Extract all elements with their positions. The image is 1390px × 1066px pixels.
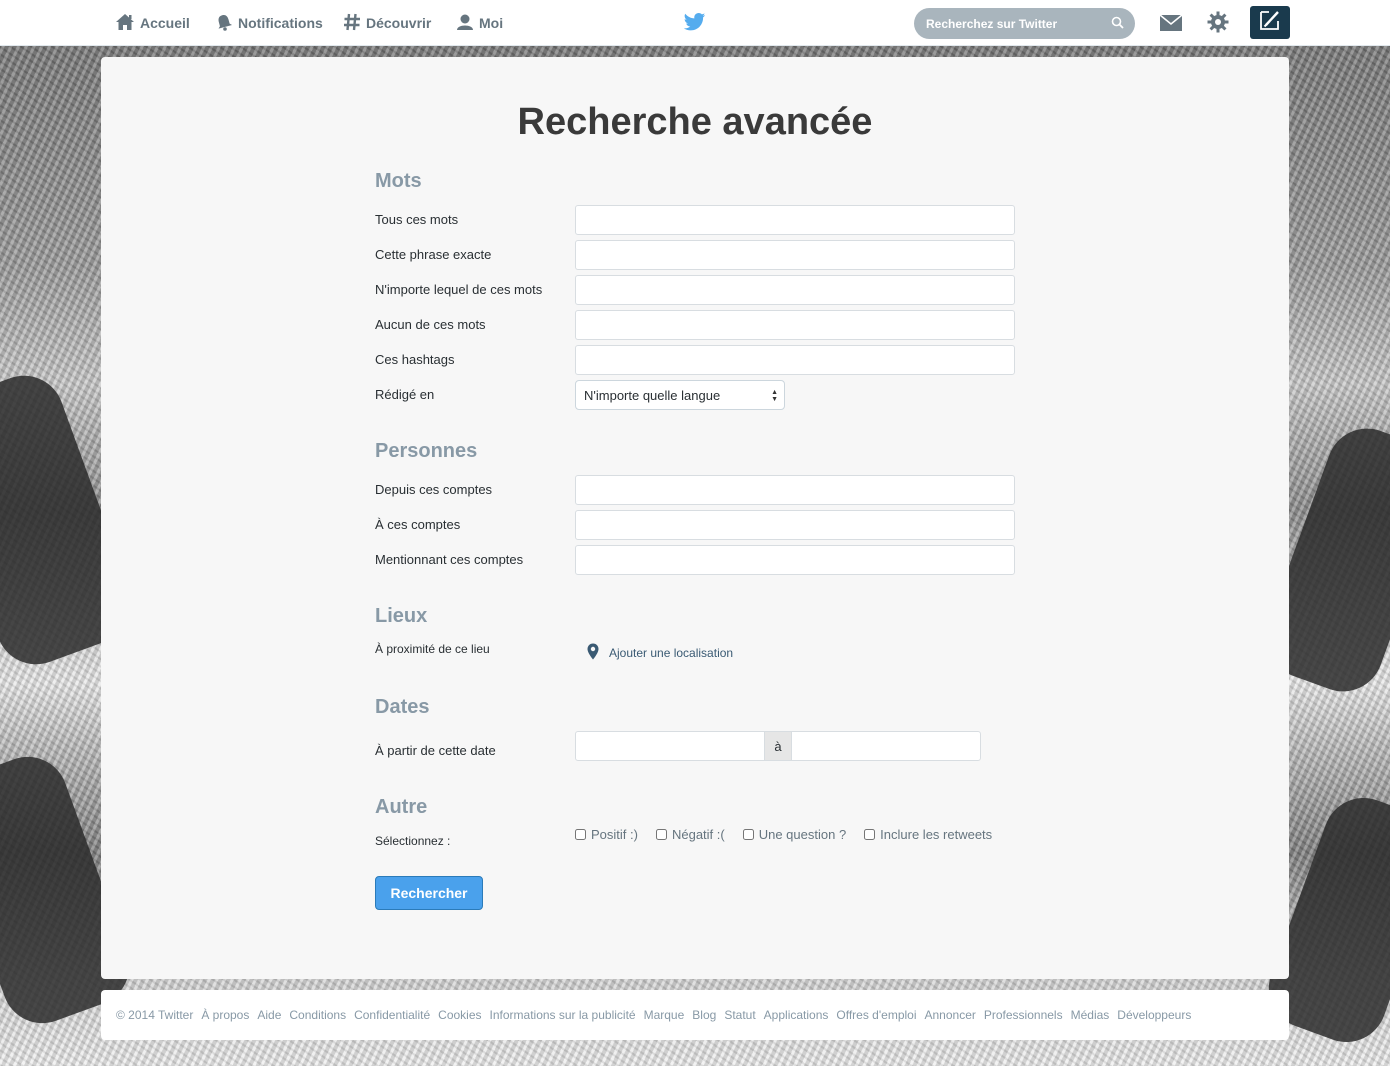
- label-hashtags: Ces hashtags: [375, 352, 455, 367]
- label-to-accounts: À ces comptes: [375, 517, 461, 532]
- footer-link-cookies[interactable]: Cookies: [438, 1008, 481, 1022]
- footer: © 2014 Twitter À propos Aide Conditions …: [101, 990, 1289, 1040]
- label-any-words: N'importe lequel de ces mots: [375, 282, 543, 297]
- footer-link-status[interactable]: Statut: [724, 1008, 755, 1022]
- footer-link-apps[interactable]: Applications: [764, 1008, 829, 1022]
- nav-discover-label: Découvrir: [366, 15, 432, 31]
- nav-discover[interactable]: Découvrir: [343, 0, 431, 46]
- home-icon: [115, 13, 135, 34]
- label-none-words: Aucun de ces mots: [375, 317, 486, 332]
- nav-home-label: Accueil: [140, 15, 190, 31]
- label-from-date: À partir de cette date: [375, 743, 496, 758]
- from-accounts-input[interactable]: [575, 475, 1015, 505]
- hashtag-icon: [343, 13, 361, 34]
- negative-option[interactable]: Négatif :(: [655, 827, 725, 842]
- footer-link-terms[interactable]: Conditions: [289, 1008, 346, 1022]
- search-icon[interactable]: [1111, 16, 1124, 34]
- label-exact-phrase: Cette phrase exacte: [375, 247, 492, 262]
- section-title-places: Lieux: [375, 605, 428, 627]
- question-checkbox[interactable]: [742, 829, 754, 840]
- top-navigation-bar: Accueil Notifications Découvrir Moi: [0, 0, 1390, 46]
- nav-me-label: Moi: [479, 15, 504, 31]
- compose-tweet-button[interactable]: [1250, 6, 1290, 39]
- nav-home[interactable]: Accueil: [115, 0, 190, 46]
- section-title-other: Autre: [375, 796, 428, 818]
- envelope-icon[interactable]: [1159, 14, 1183, 37]
- person-icon: [456, 13, 474, 34]
- any-words-input[interactable]: [575, 275, 1015, 305]
- question-option[interactable]: Une question ?: [742, 827, 847, 842]
- page-title: Recherche avancée: [517, 101, 873, 143]
- section-title-words: Mots: [375, 170, 422, 192]
- none-words-input[interactable]: [575, 310, 1015, 340]
- footer-link-media[interactable]: Médias: [1071, 1008, 1110, 1022]
- positive-checkbox[interactable]: [575, 829, 586, 840]
- gear-icon[interactable]: [1207, 11, 1229, 38]
- select-arrows-icon: ▲ ▼: [771, 389, 778, 403]
- positive-option[interactable]: Positif :): [575, 827, 638, 842]
- footer-link-developers[interactable]: Développeurs: [1117, 1008, 1191, 1022]
- footer-link-blog[interactable]: Blog: [692, 1008, 716, 1022]
- add-location-label: Ajouter une localisation: [609, 646, 734, 660]
- nav-notifications-label: Notifications: [238, 15, 323, 31]
- to-accounts-input[interactable]: [575, 510, 1015, 540]
- exact-phrase-input[interactable]: [575, 240, 1015, 270]
- label-mentioning-accounts: Mentionnant ces comptes: [375, 552, 524, 567]
- include-retweets-option[interactable]: Inclure les retweets: [864, 827, 992, 842]
- all-words-input[interactable]: [575, 205, 1015, 235]
- advanced-search-card: Recherche avancée Mots Tous ces mots Cet…: [101, 57, 1289, 979]
- hashtags-input[interactable]: [575, 345, 1015, 375]
- footer-link-advertise[interactable]: Annoncer: [925, 1008, 976, 1022]
- nav-me[interactable]: Moi: [456, 0, 503, 46]
- date-range: à: [575, 731, 981, 761]
- compose-icon: [1259, 9, 1281, 36]
- search-input[interactable]: [914, 8, 1135, 39]
- add-location-link[interactable]: Ajouter une localisation: [587, 643, 733, 663]
- date-separator: à: [765, 731, 791, 761]
- label-select: Sélectionnez :: [375, 834, 451, 848]
- footer-link-jobs[interactable]: Offres d'emploi: [836, 1008, 916, 1022]
- label-language: Rédigé en: [375, 387, 435, 402]
- footer-link-brand[interactable]: Marque: [644, 1008, 685, 1022]
- footer-link-help[interactable]: Aide: [257, 1008, 281, 1022]
- language-select-value: N'importe quelle langue: [584, 387, 721, 403]
- include-retweets-checkbox[interactable]: [864, 829, 876, 840]
- mentioning-accounts-input[interactable]: [575, 545, 1015, 575]
- attitude-checkboxes: Positif :) Négatif :( Une question ? Inc…: [575, 827, 1010, 842]
- nav-notifications[interactable]: Notifications: [215, 0, 323, 46]
- footer-copyright: © 2014 Twitter: [116, 1008, 194, 1022]
- label-from-accounts: Depuis ces comptes: [375, 482, 493, 497]
- map-pin-icon: [587, 643, 599, 663]
- language-select[interactable]: N'importe quelle langue ▲ ▼: [575, 380, 785, 410]
- bell-icon: [215, 13, 233, 34]
- label-near-place: À proximité de ce lieu: [375, 642, 490, 656]
- footer-link-business[interactable]: Professionnels: [984, 1008, 1063, 1022]
- footer-link-ads-info[interactable]: Informations sur la publicité: [490, 1008, 636, 1022]
- section-title-people: Personnes: [375, 440, 478, 462]
- search-button[interactable]: Rechercher: [375, 876, 483, 910]
- twitter-bird-icon[interactable]: [683, 12, 706, 37]
- since-date-input[interactable]: [575, 731, 765, 761]
- negative-label: Négatif :(: [671, 827, 725, 842]
- footer-link-privacy[interactable]: Confidentialité: [354, 1008, 430, 1022]
- label-all-words: Tous ces mots: [375, 212, 459, 227]
- until-date-input[interactable]: [791, 731, 981, 761]
- positive-label: Positif :): [591, 827, 638, 842]
- footer-link-about[interactable]: À propos: [201, 1008, 249, 1022]
- include-retweets-label: Inclure les retweets: [880, 827, 993, 842]
- negative-checkbox[interactable]: [655, 829, 667, 840]
- question-label: Une question ?: [758, 827, 847, 842]
- section-title-dates: Dates: [375, 696, 430, 718]
